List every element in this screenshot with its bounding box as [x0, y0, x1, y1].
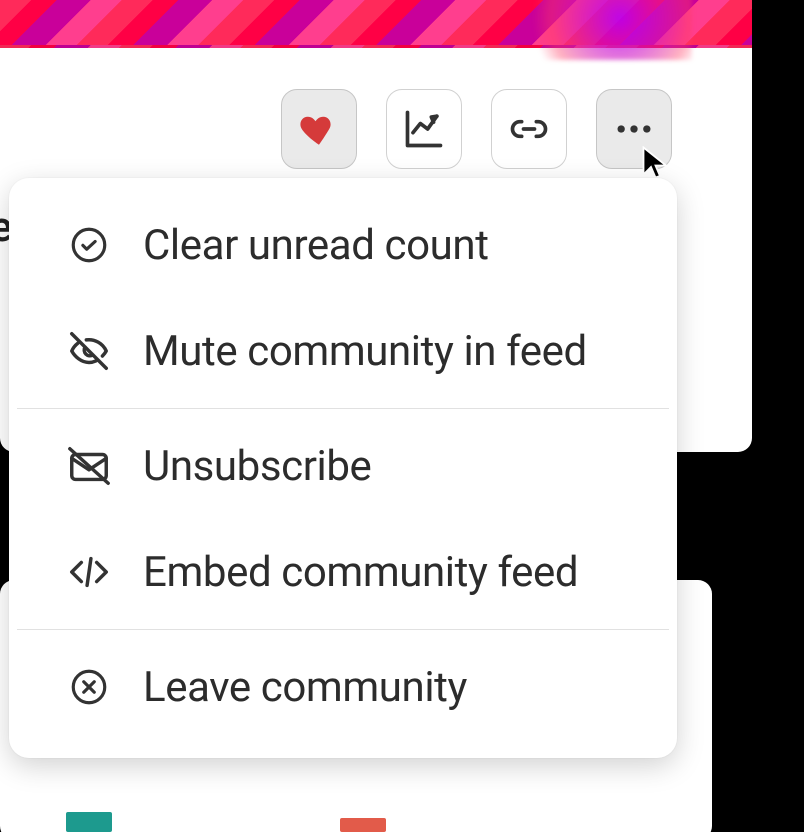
menu-item-mute[interactable]: Mute community in feed	[9, 298, 677, 404]
close-circle-icon	[65, 666, 113, 708]
menu-item-leave[interactable]: Leave community	[9, 634, 677, 740]
menu-item-label: Unsubscribe	[143, 442, 371, 491]
check-circle-icon	[65, 224, 113, 266]
code-icon	[65, 549, 113, 595]
more-icon	[612, 107, 656, 151]
background-tile	[66, 812, 112, 832]
favorite-button[interactable]	[281, 89, 357, 169]
menu-item-label: Mute community in feed	[143, 327, 587, 376]
eye-off-icon	[65, 328, 113, 374]
copy-link-button[interactable]	[491, 89, 567, 169]
analytics-button[interactable]	[386, 89, 462, 169]
menu-item-label: Embed community feed	[143, 548, 578, 597]
background-tile	[340, 818, 386, 832]
menu-item-clear-unread[interactable]: Clear unread count	[9, 192, 677, 298]
link-icon	[507, 107, 551, 151]
more-menu: Clear unread count Mute community in fee…	[9, 178, 677, 758]
heart-icon	[298, 108, 340, 150]
mail-off-icon	[65, 443, 113, 489]
menu-item-unsubscribe[interactable]: Unsubscribe	[9, 413, 677, 519]
menu-item-label: Clear unread count	[143, 221, 489, 270]
menu-divider	[17, 408, 669, 409]
menu-divider	[17, 629, 669, 630]
menu-item-embed[interactable]: Embed community feed	[9, 519, 677, 625]
community-actions	[281, 89, 672, 169]
chart-icon	[402, 107, 446, 151]
menu-item-label: Leave community	[143, 663, 467, 712]
more-button[interactable]	[596, 89, 672, 169]
community-banner	[0, 0, 752, 48]
